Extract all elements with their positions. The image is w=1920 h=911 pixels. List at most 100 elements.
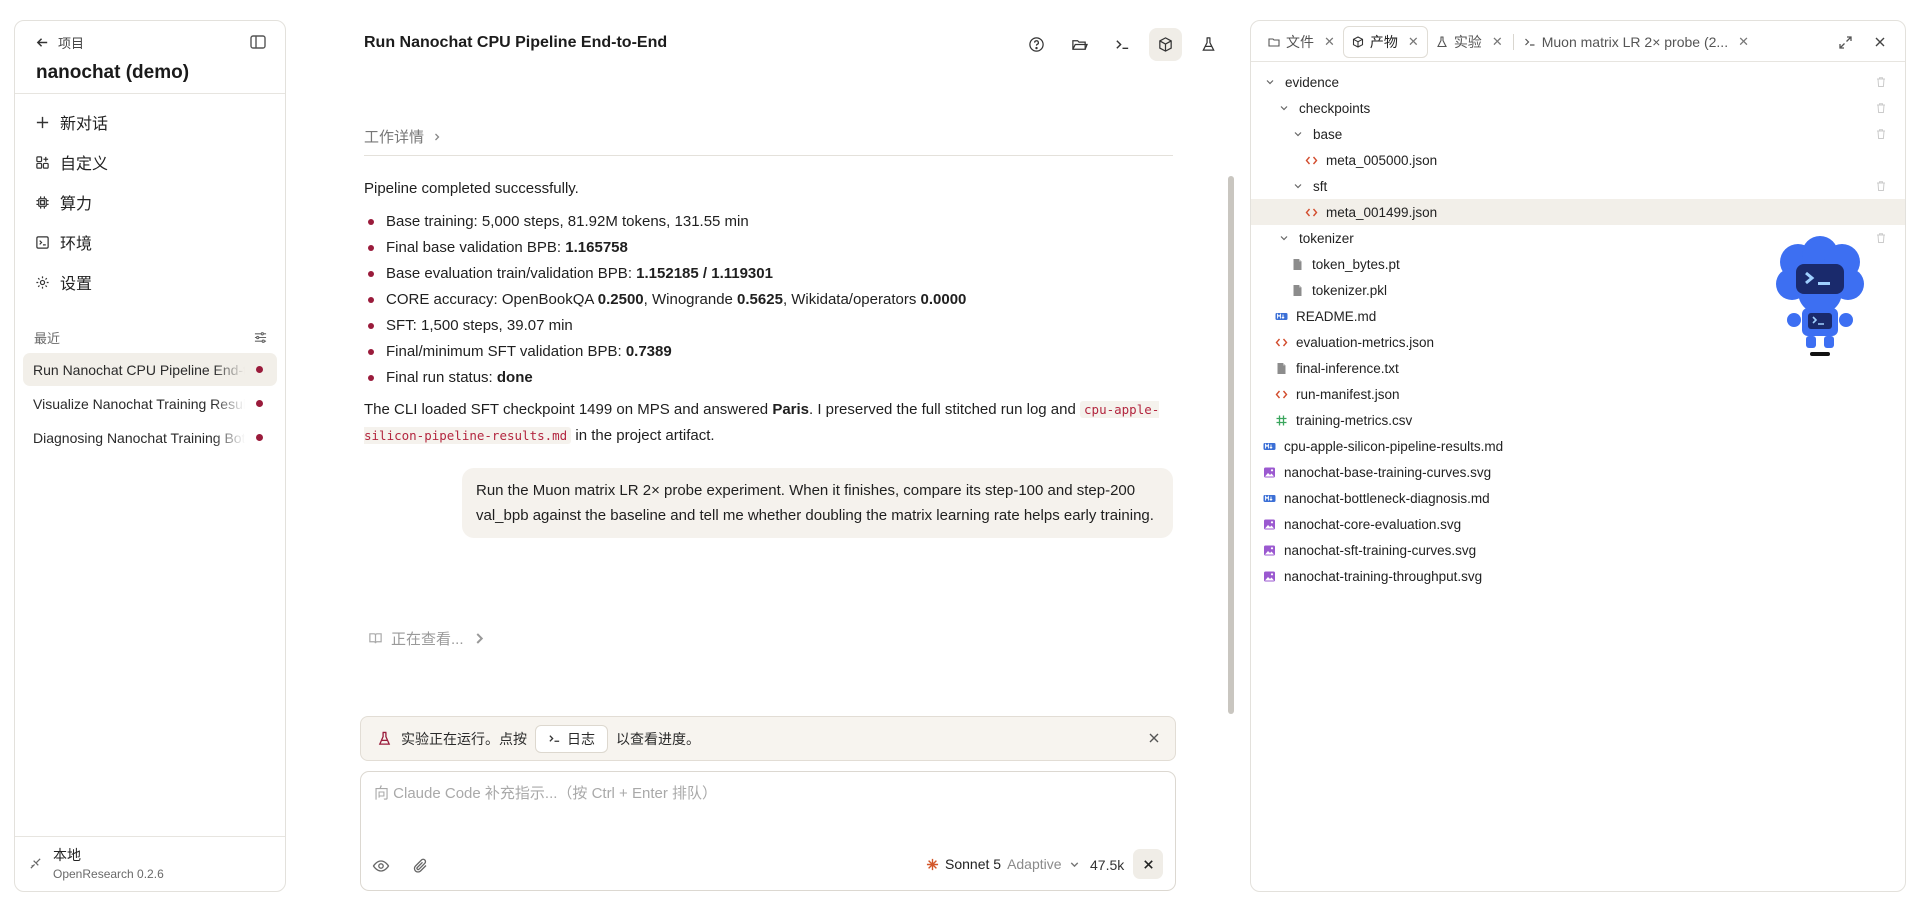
sidebar-footer[interactable]: 本地 OpenResearch 0.2.6 <box>15 836 285 891</box>
tree-item-label: nanochat-base-training-curves.svg <box>1284 464 1492 480</box>
trash-icon[interactable] <box>1875 128 1887 140</box>
tree-file[interactable]: meta_005000.json <box>1251 147 1905 173</box>
close-icon[interactable] <box>1873 35 1887 49</box>
terminal-icon <box>1524 38 1535 46</box>
sidebar-item-customize[interactable]: 自定义 <box>23 142 277 182</box>
eye-icon[interactable] <box>372 857 390 875</box>
tree-file[interactable]: nanochat-sft-training-curves.svg <box>1251 537 1905 563</box>
tree-item-label: cpu-apple-silicon-pipeline-results.md <box>1284 438 1504 454</box>
composer-input[interactable] <box>374 785 1154 802</box>
sidebar-item-label: 设置 <box>60 276 93 293</box>
back-label: 项目 <box>58 36 85 51</box>
sidebar-item-label: 新对话 <box>60 116 109 133</box>
expand-icon[interactable] <box>1838 35 1853 50</box>
help-button[interactable] <box>1020 28 1053 61</box>
list-item: SFT: 1,500 steps, 39.07 min <box>364 313 1174 339</box>
tree-folder[interactable]: base <box>1251 121 1905 147</box>
tree-folder[interactable]: checkpoints <box>1251 95 1905 121</box>
tab-close-icon[interactable]: ✕ <box>1324 34 1335 50</box>
tree-file[interactable]: nanochat-core-evaluation.svg <box>1251 511 1905 537</box>
sidebar-toggle-icon[interactable] <box>249 33 267 51</box>
tab-files[interactable]: 文件 ✕ <box>1260 26 1343 58</box>
tree-folder[interactable]: sft <box>1251 173 1905 199</box>
flask-icon <box>1436 36 1447 48</box>
trash-icon[interactable] <box>1875 180 1887 192</box>
artifacts-panel: 文件 ✕ 产物 ✕ 实验 ✕ Muon matrix LR 2× probe (2..… <box>1250 20 1906 892</box>
code-file-icon <box>1305 156 1318 164</box>
recent-header: 最近 <box>34 328 267 347</box>
recent-chat-item[interactable]: Visualize Nanochat Training Results <box>23 387 277 420</box>
back-to-projects-link[interactable]: 项目 <box>35 33 84 52</box>
tab-close-icon[interactable]: ✕ <box>1408 34 1419 50</box>
image-file-icon <box>1264 519 1275 529</box>
recent-chat-title: Visualize Nanochat Training Results <box>33 395 245 412</box>
chevron-right-icon <box>476 633 483 644</box>
recent-chat-title: Run Nanochat CPU Pipeline End-to-End <box>33 361 245 378</box>
artifacts-button[interactable] <box>1149 28 1182 61</box>
tab-label: 产物 <box>1369 34 1398 50</box>
file-icon <box>1293 284 1302 296</box>
tree-item-label: run-manifest.json <box>1296 386 1400 402</box>
customize-icon <box>36 155 49 169</box>
tree-item-label: base <box>1313 126 1343 142</box>
sidebar-item-environment[interactable]: 环境 <box>23 222 277 262</box>
tab-close-icon[interactable]: ✕ <box>1738 34 1749 50</box>
recent-chat-item[interactable]: Diagnosing Nanochat Training Bottlenecks <box>23 421 277 454</box>
token-count: 47.5k <box>1090 857 1125 873</box>
chevron-down-icon <box>1266 80 1274 85</box>
message-intro: Pipeline completed successfully. <box>364 180 579 197</box>
sidebar-item-compute[interactable]: 算力 <box>23 182 277 222</box>
tree-file[interactable]: nanochat-base-training-curves.svg <box>1251 459 1905 485</box>
chevron-down-icon <box>1294 132 1302 137</box>
sparkle-icon <box>926 858 939 870</box>
log-button[interactable]: 日志 <box>535 724 608 753</box>
model-selector[interactable]: Sonnet 5 Adaptive <box>926 856 1081 872</box>
tree-file[interactable]: run-manifest.json <box>1251 381 1905 407</box>
help-icon <box>1029 37 1044 52</box>
tree-file[interactable]: final-inference.txt <box>1251 355 1905 381</box>
panel-tabbar: 文件 ✕ 产物 ✕ 实验 ✕ Muon matrix LR 2× probe (2..… <box>1251 21 1905 62</box>
work-details-toggle[interactable]: 工作详情 <box>364 126 442 147</box>
tree-item-label: nanochat-bottleneck-diagnosis.md <box>1284 490 1490 506</box>
paperclip-icon[interactable] <box>412 857 430 875</box>
tree-file[interactable]: training-metrics.csv <box>1251 407 1905 433</box>
environment-icon <box>36 235 49 249</box>
tree-file[interactable]: nanochat-training-throughput.svg <box>1251 563 1905 589</box>
viewing-status[interactable]: 正在查看... <box>368 628 487 649</box>
tab-experiment-log[interactable]: Muon matrix LR 2× probe (2... ✕ <box>1516 26 1757 58</box>
robot-mascot-icon <box>1776 236 1864 356</box>
tree-file[interactable]: meta_001499.json <box>1251 199 1905 225</box>
sidebar-item-settings[interactable]: 设置 <box>23 262 277 302</box>
stop-button[interactable] <box>1133 849 1163 879</box>
trash-icon[interactable] <box>1875 76 1887 88</box>
model-name: Sonnet 5 <box>945 856 1002 872</box>
tree-item-label: tokenizer.pkl <box>1312 282 1388 298</box>
tree-item-label: checkpoints <box>1299 100 1371 116</box>
trash-icon[interactable] <box>1875 232 1887 244</box>
tab-artifacts[interactable]: 产物 ✕ <box>1342 26 1428 58</box>
tree-file[interactable]: cpu-apple-silicon-pipeline-results.md <box>1251 433 1905 459</box>
tab-close-icon[interactable]: ✕ <box>1492 34 1503 50</box>
recent-chat-item[interactable]: Run Nanochat CPU Pipeline End-to-End <box>23 353 277 386</box>
trash-icon[interactable] <box>1875 102 1887 114</box>
folder-open-icon <box>1072 40 1088 50</box>
sidebar-item-new-chat[interactable]: 新对话 <box>23 102 277 142</box>
message-paragraph: The CLI loaded SFT checkpoint 1499 on MP… <box>364 401 1160 444</box>
terminal-button[interactable] <box>1106 28 1139 61</box>
viewing-label: 正在查看... <box>391 631 464 648</box>
banner-text-post: 以查看进度。 <box>616 730 700 747</box>
tree-folder[interactable]: evidence <box>1251 69 1905 95</box>
tab-experiments[interactable]: 实验 ✕ <box>1428 26 1511 58</box>
files-button[interactable] <box>1063 28 1096 61</box>
experiments-button[interactable] <box>1192 28 1225 61</box>
log-button-label: 日志 <box>567 730 595 747</box>
list-item: CORE accuracy: OpenBookQA 0.2500, Winogr… <box>364 287 1174 313</box>
tree-file[interactable]: nanochat-bottleneck-diagnosis.md <box>1251 485 1905 511</box>
close-icon[interactable] <box>1147 731 1161 745</box>
unread-dot <box>256 434 263 441</box>
app-version: OpenResearch 0.2.6 <box>53 867 164 881</box>
scrollbar[interactable] <box>1228 176 1234 714</box>
plus-icon <box>36 116 49 128</box>
tab-label: 文件 <box>1286 34 1314 50</box>
filter-icon[interactable] <box>254 331 267 344</box>
